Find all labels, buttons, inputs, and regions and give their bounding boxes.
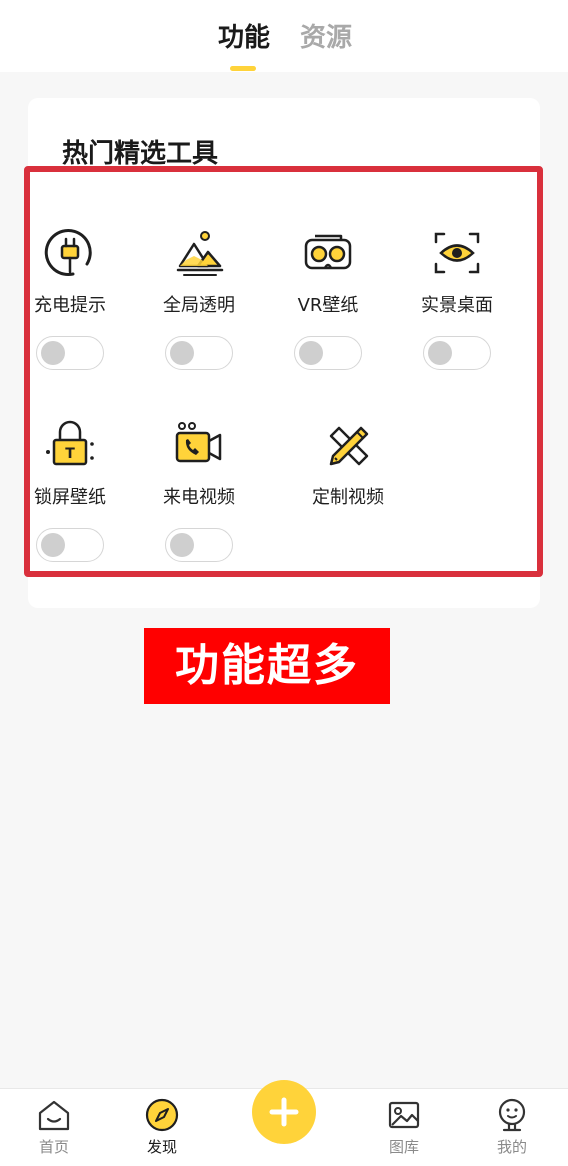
plus-icon [269,1097,299,1127]
nav-gallery[interactable]: 图库 [364,1089,444,1166]
home-icon [36,1097,72,1133]
top-tab-bar: 功能 资源 [0,0,568,72]
profile-face-icon [494,1097,530,1133]
active-tab-indicator [230,66,256,71]
nav-home[interactable]: 首页 [14,1089,94,1166]
nav-profile[interactable]: 我的 [472,1089,552,1166]
highlight-frame [24,166,543,577]
tab-resources[interactable]: 资源 [300,20,352,56]
gallery-icon [386,1097,422,1133]
nav-label: 发现 [146,1138,177,1156]
promo-banner: 功能超多 [144,628,390,704]
tab-features[interactable]: 功能 [218,20,270,56]
compass-icon [144,1097,180,1133]
nav-label: 图库 [388,1138,419,1156]
nav-label: 我的 [496,1138,527,1156]
nav-label: 首页 [38,1138,69,1156]
nav-discover[interactable]: 发现 [122,1089,202,1166]
add-button[interactable] [252,1080,316,1144]
